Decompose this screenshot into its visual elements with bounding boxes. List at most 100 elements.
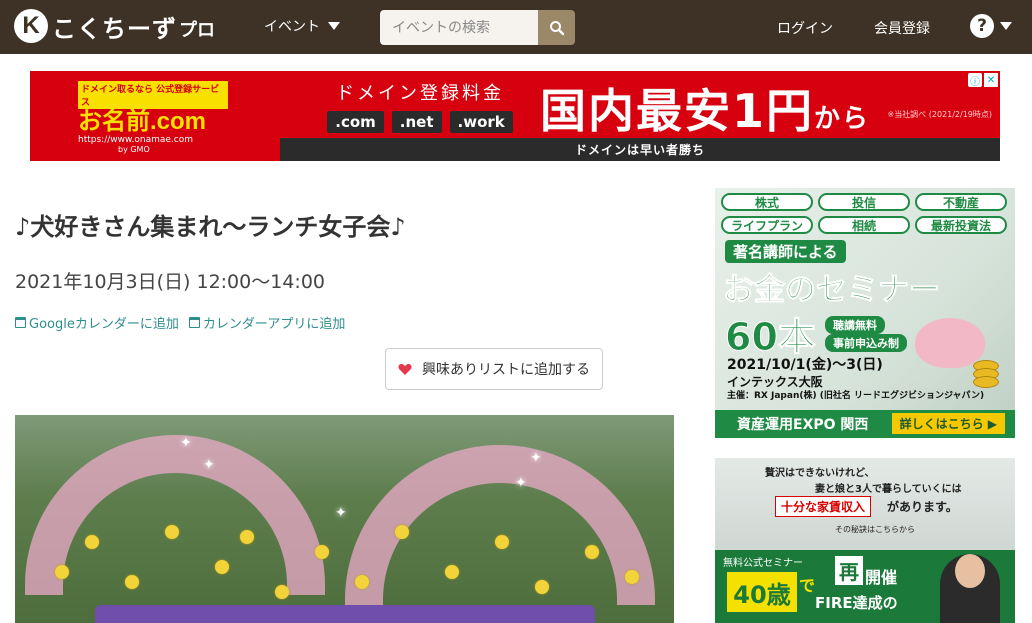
side-ad1-tag: 事前申込み制 [825,334,907,352]
image-flower [535,580,549,594]
ad-close-icon[interactable]: ✕ [984,73,998,87]
ad-info-icon[interactable]: ⓘ [968,73,982,88]
side-ad2-de: で [799,576,816,595]
top-navbar: K こくちーず プロ イベント ログイン 会員登録 ? [0,0,1032,54]
sparkle-icon: ✦ [530,450,542,466]
image-flower [240,530,254,544]
banner-mid: ドメイン登録料金 .com .net .work [310,79,530,133]
image-flower [355,575,369,589]
onamae-tagline: ドメイン取るなら 公式登録サービス [78,81,228,109]
banner-mid-title: ドメイン登録料金 [336,83,504,104]
coin-icon [973,376,999,388]
calendar-app-link[interactable]: カレンダーアプリに追加 [188,313,346,332]
side-ad2-bottom: 無料公式セミナー 40歳 で 再 開催 FIRE達成の [715,550,1015,623]
banner-bottom-strip: ドメインは早い者勝ち [280,138,1000,161]
image-flower [585,545,599,559]
image-flower [165,525,179,539]
heart-icon [398,363,412,375]
image-flower [445,565,459,579]
pill-row: 株式 投信 不動産 [721,193,1007,211]
caret-down-icon [328,22,340,30]
sparkle-icon: ✦ [335,505,347,521]
image-caption-strip [95,605,595,623]
tld-item: .com [327,111,384,133]
pill-tag: 不動産 [915,193,1007,211]
side-ad2-kaisai: 開催 [865,568,898,587]
banner-headline: 国内最安1円から [540,75,870,141]
side-ad2-fire: FIRE達成の [815,594,898,612]
pill-tag: 株式 [721,193,813,211]
google-calendar-link[interactable]: Googleカレンダーに追加 [15,313,179,332]
onamae-logo: お名前.com [78,108,207,135]
logo-mark-icon: K [14,9,48,43]
side-ad2-line: 贅沢はできないけれど、 [765,468,875,479]
side-ad2-after: があります。 [887,500,958,514]
onamae-logo-block: ドメイン取るなら 公式登録サービス お名前.com https://www.on… [78,81,228,154]
calendar-icon [188,317,200,328]
image-flower [125,575,139,589]
side-ad2-sai: 再 [835,556,863,585]
event-menu[interactable]: イベント [264,16,340,36]
side-ad2-small: その秘訣はこちらから [835,525,915,534]
side-ad1-detail-button[interactable]: 詳しくはこちら ▶ [891,413,1005,434]
side-ad2-highlight: 十分な家賃収入 [775,496,872,517]
piggy-bank-icon [915,318,985,368]
person-face [955,554,985,588]
register-link[interactable]: 会員登録 [874,18,930,38]
logo-text: こくちーず [52,14,177,43]
pill-row: ライフプラン 相続 最新投資法 [721,216,1007,234]
logo-pro: プロ [179,20,215,41]
calendar-links: Googleカレンダーに追加 カレンダーアプリに追加 [15,313,345,332]
image-flower [395,525,409,539]
banner-big-text: 国内最安 [540,84,732,138]
image-flower [55,565,69,579]
tld-list: .com .net .work [310,111,530,133]
side-ad1-tag: 聴講無料 [825,316,885,334]
search-input[interactable] [380,10,538,45]
tld-item: .net [391,111,442,133]
side-ad1-footer: 資産運用EXPO 関西 詳しくはこちら ▶ [715,410,1015,438]
pill-tag: 相続 [818,216,910,234]
side-ad1-host: 主催：RX Japan(株) (旧社名 リードエグジビションジャパン) [727,391,985,401]
side-ad2-line: 妻と娘と3人で暮らしていくには [815,484,962,495]
search-button[interactable] [538,10,575,45]
image-flower [315,545,329,559]
side-ad1-date: 2021/10/1(金)〜3(日) [727,357,883,373]
image-flower [85,535,99,549]
calendar-app-label: カレンダーアプリに追加 [202,317,346,332]
add-to-interest-button[interactable]: 興味ありリストに追加する [385,348,603,390]
tld-item: .work [449,111,513,133]
banner-big-price: 1円 [732,84,815,138]
side-ad-seminar[interactable]: 株式 投信 不動産 ライフプラン 相続 最新投資法 著名講師による お金のセミナ… [715,188,1015,438]
search-bar [380,10,575,45]
banner-big-from: から [814,104,871,134]
image-pink-arc [25,435,325,595]
calendar-icon [15,317,26,328]
side-ad1-subtitle: 著名講師による [725,240,846,263]
site-logo[interactable]: K こくちーず プロ [14,8,215,44]
sparkle-icon: ✦ [203,457,215,473]
search-icon [549,20,564,35]
pill-tag: 投信 [818,193,910,211]
onamae-gmo: by GMO [118,145,150,154]
google-calendar-label: Googleカレンダーに追加 [29,317,179,332]
help-menu[interactable]: ? [970,14,1012,38]
event-menu-label: イベント [264,19,320,35]
side-ad2-free: 無料公式セミナー [723,558,803,569]
banner-ad[interactable]: ドメイン取るなら 公式登録サービス お名前.com https://www.on… [30,71,1000,161]
add-to-interest-label: 興味ありリストに追加する [422,362,590,378]
event-image: ✦ ✦ ✦ ✦ ✦ [15,415,674,623]
image-flower [625,570,639,584]
sparkle-icon: ✦ [180,435,192,451]
image-flower [495,535,509,549]
side-ad1-headline: お金のセミナー [723,272,941,309]
side-ad1-footer-label: 資産運用EXPO 関西 [737,417,869,433]
image-pink-arc [345,445,655,605]
sparkle-icon: ✦ [515,475,527,491]
side-ad1-count: 60本 [725,315,817,360]
ad-badges: ⓘ ✕ [968,73,998,88]
image-flower [215,560,229,574]
side-ad-real-estate[interactable]: 贅沢はできないけれど、 妻と娘と3人で暮らしていくには 十分な家賃収入 がありま… [715,458,1015,623]
login-link[interactable]: ログイン [777,18,833,38]
help-icon: ? [970,14,994,38]
